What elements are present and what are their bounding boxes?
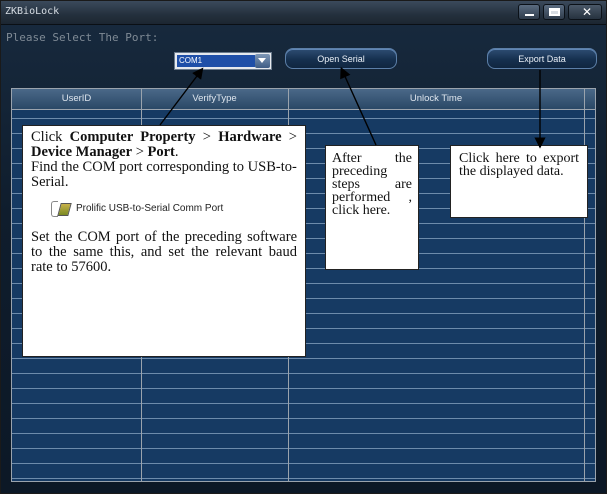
callout-export: Click here to export the displayed data. xyxy=(450,145,588,218)
column-header-unlock-time[interactable]: Unlock Time xyxy=(288,89,584,109)
device-manager-entry: Prolific USB-to-Serial Comm Port xyxy=(49,198,297,220)
port-select[interactable]: COM1 xyxy=(174,52,272,70)
device-name: Prolific USB-to-Serial Comm Port xyxy=(76,203,224,214)
table-header: UserID VerifyType Unlock Time xyxy=(12,89,595,110)
callout-find-text: Find the COM port corresponding to USB-t… xyxy=(31,159,297,190)
export-data-button[interactable]: Export Data xyxy=(487,48,597,69)
callout-export-text: Click here to export the displayed data. xyxy=(459,151,579,179)
port-label: Please Select The Port: xyxy=(6,31,159,44)
callout-set-text: Set the COM port of the preceding softwa… xyxy=(31,229,297,275)
port-select-value: COM1 xyxy=(177,55,255,67)
port-select-dropdown[interactable] xyxy=(255,54,270,68)
callout-path-text: Click Computer Property > Hardware > Dev… xyxy=(31,129,297,160)
open-serial-button[interactable]: Open Serial xyxy=(285,48,397,69)
minimize-icon xyxy=(525,14,534,16)
serial-port-icon xyxy=(49,199,73,218)
close-button[interactable]: ✕ xyxy=(568,4,602,20)
close-icon: ✕ xyxy=(582,5,593,19)
callout-open-serial: After the preceding steps are performed … xyxy=(325,145,419,270)
maximize-icon xyxy=(549,8,560,16)
maximize-button[interactable] xyxy=(543,4,565,20)
title-bar[interactable]: ZKBioLock ✕ xyxy=(1,1,606,25)
minimize-button[interactable] xyxy=(518,4,540,20)
column-header-userid[interactable]: UserID xyxy=(12,89,141,109)
callout-port-instructions: Click Computer Property > Hardware > Dev… xyxy=(22,125,306,357)
column-header-verifytype[interactable]: VerifyType xyxy=(141,89,288,109)
chevron-down-icon xyxy=(258,58,266,63)
window-title: ZKBioLock xyxy=(5,6,60,17)
callout-open-serial-text: After the preceding steps are performed … xyxy=(332,151,412,218)
